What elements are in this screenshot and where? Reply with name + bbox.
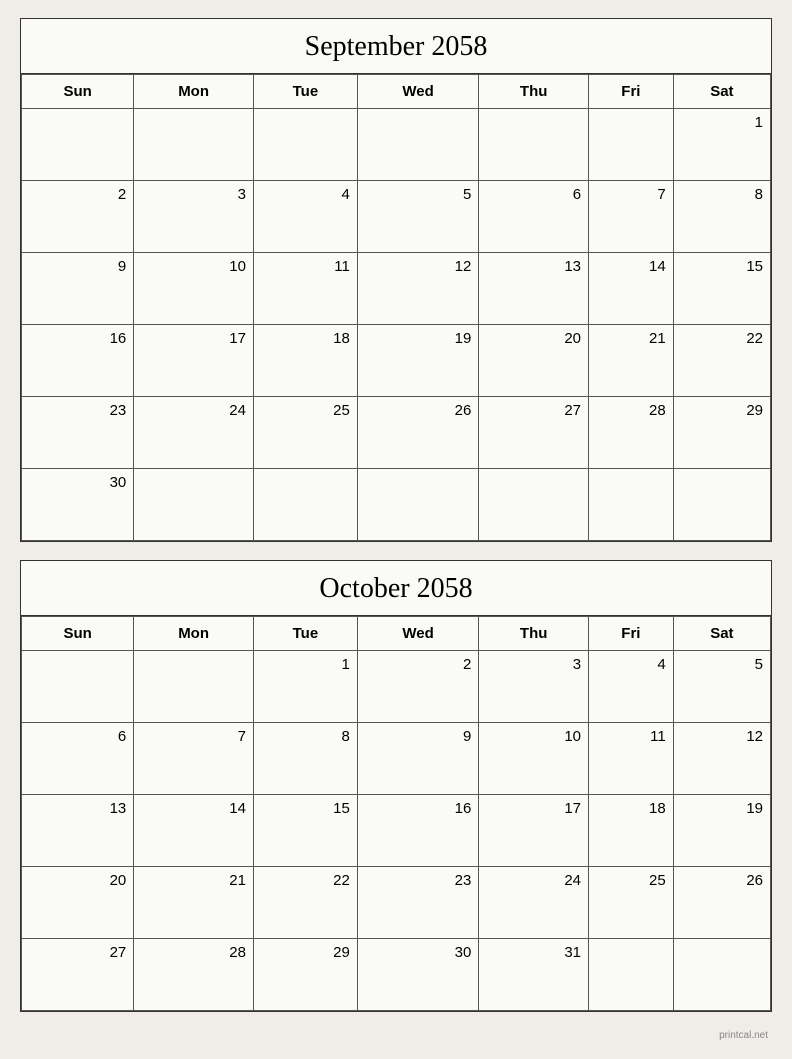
calendar-day bbox=[134, 469, 254, 541]
col-header-wed: Wed bbox=[357, 75, 478, 109]
calendar-day: 15 bbox=[253, 795, 357, 867]
col-header-mon: Mon bbox=[134, 75, 254, 109]
calendar-day bbox=[589, 109, 674, 181]
october-calendar: October 2058 Sun Mon Tue Wed Thu Fri Sat… bbox=[20, 560, 772, 1012]
calendar-day: 4 bbox=[253, 181, 357, 253]
calendar-day: 28 bbox=[589, 397, 674, 469]
calendar-day bbox=[357, 469, 478, 541]
calendar-day: 3 bbox=[479, 651, 589, 723]
calendar-day: 7 bbox=[134, 723, 254, 795]
calendar-day: 16 bbox=[357, 795, 478, 867]
calendar-day: 11 bbox=[253, 253, 357, 325]
calendar-day: 30 bbox=[22, 469, 134, 541]
calendar-day bbox=[479, 109, 589, 181]
calendar-day: 26 bbox=[673, 867, 770, 939]
calendar-day: 12 bbox=[673, 723, 770, 795]
calendar-day: 1 bbox=[673, 109, 770, 181]
col-header-fri: Fri bbox=[589, 617, 674, 651]
calendar-day: 17 bbox=[479, 795, 589, 867]
calendar-day: 22 bbox=[673, 325, 770, 397]
september-calendar: September 2058 Sun Mon Tue Wed Thu Fri S… bbox=[20, 18, 772, 542]
calendar-day: 14 bbox=[134, 795, 254, 867]
calendar-day: 19 bbox=[357, 325, 478, 397]
calendar-day: 13 bbox=[22, 795, 134, 867]
calendar-day bbox=[479, 469, 589, 541]
calendar-day: 19 bbox=[673, 795, 770, 867]
calendar-day: 22 bbox=[253, 867, 357, 939]
calendar-day: 23 bbox=[22, 397, 134, 469]
calendar-day: 5 bbox=[357, 181, 478, 253]
calendar-day: 2 bbox=[22, 181, 134, 253]
calendar-day bbox=[253, 109, 357, 181]
calendar-day: 12 bbox=[357, 253, 478, 325]
calendar-day: 16 bbox=[22, 325, 134, 397]
calendar-day: 20 bbox=[22, 867, 134, 939]
calendar-day bbox=[673, 469, 770, 541]
calendar-day bbox=[134, 651, 254, 723]
col-header-sat: Sat bbox=[673, 617, 770, 651]
calendar-day bbox=[357, 109, 478, 181]
calendar-day: 14 bbox=[589, 253, 674, 325]
calendar-day: 21 bbox=[589, 325, 674, 397]
col-header-thu: Thu bbox=[479, 617, 589, 651]
calendar-day: 5 bbox=[673, 651, 770, 723]
calendar-day bbox=[253, 469, 357, 541]
calendar-day: 8 bbox=[673, 181, 770, 253]
calendar-day: 26 bbox=[357, 397, 478, 469]
october-title: October 2058 bbox=[21, 561, 771, 616]
calendar-day: 25 bbox=[253, 397, 357, 469]
calendar-day bbox=[22, 651, 134, 723]
calendar-day: 10 bbox=[134, 253, 254, 325]
calendar-day: 29 bbox=[253, 939, 357, 1011]
watermark: printcal.net bbox=[20, 1030, 772, 1041]
col-header-wed: Wed bbox=[357, 617, 478, 651]
calendar-day bbox=[134, 109, 254, 181]
col-header-sat: Sat bbox=[673, 75, 770, 109]
calendar-day: 11 bbox=[589, 723, 674, 795]
calendar-day: 24 bbox=[479, 867, 589, 939]
calendar-day bbox=[589, 939, 674, 1011]
calendar-day bbox=[673, 939, 770, 1011]
calendar-day: 17 bbox=[134, 325, 254, 397]
calendar-day: 3 bbox=[134, 181, 254, 253]
september-title: September 2058 bbox=[21, 19, 771, 74]
calendar-day: 18 bbox=[589, 795, 674, 867]
col-header-thu: Thu bbox=[479, 75, 589, 109]
calendar-day: 10 bbox=[479, 723, 589, 795]
col-header-mon: Mon bbox=[134, 617, 254, 651]
calendar-day: 1 bbox=[253, 651, 357, 723]
calendar-day bbox=[589, 469, 674, 541]
col-header-tue: Tue bbox=[253, 617, 357, 651]
calendar-day: 31 bbox=[479, 939, 589, 1011]
col-header-tue: Tue bbox=[253, 75, 357, 109]
calendar-day: 9 bbox=[357, 723, 478, 795]
calendar-day: 24 bbox=[134, 397, 254, 469]
col-header-sun: Sun bbox=[22, 75, 134, 109]
calendar-day: 7 bbox=[589, 181, 674, 253]
calendar-day: 29 bbox=[673, 397, 770, 469]
calendar-day: 18 bbox=[253, 325, 357, 397]
col-header-sun: Sun bbox=[22, 617, 134, 651]
calendar-day: 8 bbox=[253, 723, 357, 795]
calendar-day: 20 bbox=[479, 325, 589, 397]
calendar-day: 25 bbox=[589, 867, 674, 939]
calendar-day: 13 bbox=[479, 253, 589, 325]
calendar-day: 15 bbox=[673, 253, 770, 325]
calendar-day: 2 bbox=[357, 651, 478, 723]
calendar-day: 4 bbox=[589, 651, 674, 723]
calendar-day: 30 bbox=[357, 939, 478, 1011]
calendar-day: 27 bbox=[479, 397, 589, 469]
calendar-day: 23 bbox=[357, 867, 478, 939]
calendar-day: 28 bbox=[134, 939, 254, 1011]
calendar-day: 6 bbox=[479, 181, 589, 253]
calendar-day: 21 bbox=[134, 867, 254, 939]
calendar-day: 9 bbox=[22, 253, 134, 325]
calendar-day bbox=[22, 109, 134, 181]
calendar-day: 27 bbox=[22, 939, 134, 1011]
col-header-fri: Fri bbox=[589, 75, 674, 109]
calendar-day: 6 bbox=[22, 723, 134, 795]
